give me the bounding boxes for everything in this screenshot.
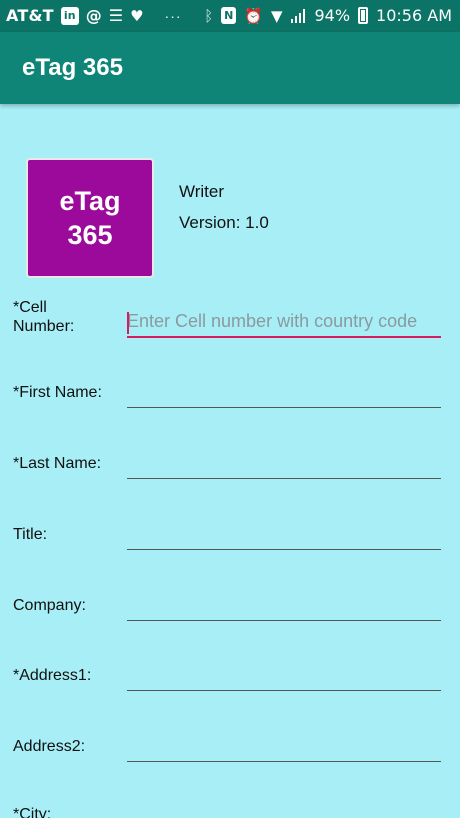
first-name-row: *First Name: [0,374,460,434]
at-sign-icon: @ [85,6,102,25]
cell-number-input[interactable] [127,306,441,336]
address1-field [127,660,441,691]
app-name: Writer [179,182,225,201]
signal-icon [291,8,306,23]
city-row: *City: [0,796,460,818]
company-label: Company: [13,597,86,614]
first-name-input[interactable] [127,377,441,407]
last-name-label: *Last Name: [13,455,102,472]
title-input[interactable] [127,519,441,549]
last-name-field [127,448,441,479]
address1-underline [127,690,441,691]
cell-number-label-line-1: *Cell [13,299,47,316]
cell-number-row: *Cell Number: [0,296,460,356]
cell-number-label-line-2: Number: [13,318,75,335]
city-label: *City: [13,806,52,818]
text-cursor [127,312,129,334]
address2-underline [127,761,441,762]
status-bar-left: AT&T in @ ☰ ♥ ··· [6,6,182,25]
address2-field [127,731,441,762]
address1-input[interactable] [127,660,441,690]
address2-label: Address2: [13,738,86,755]
company-underline [127,620,441,621]
address2-input[interactable] [127,731,441,761]
clock: 10:56 AM [376,6,452,25]
news-icon: ☰ [108,6,124,25]
company-input[interactable] [127,590,441,620]
app-title: eTag 365 [22,54,123,81]
logo-line-1: eTag [59,186,121,216]
company-field [127,590,441,621]
logo-line-2: 365 [67,220,113,250]
address1-label: *Address1: [13,667,92,684]
nfc-icon: N [221,7,237,24]
battery-percent: 94% [314,6,351,25]
more-notifications-icon: ··· [164,7,182,24]
title-row: Title: [0,516,460,576]
app-logo: eTag 365 [26,158,154,278]
last-name-input[interactable] [127,448,441,478]
first-name-underline [127,407,441,408]
battery-icon [358,7,369,24]
first-name-label: *First Name: [13,384,102,401]
carrier-name: AT&T [6,6,54,25]
cell-number-field [127,306,441,338]
alarm-icon: ⏰ [244,6,263,25]
app-version: Version: 1.0 [179,213,269,232]
address2-row: Address2: [0,728,460,788]
iheart-icon: ♥ [130,6,144,25]
address1-row: *Address1: [0,657,460,717]
status-bar-right: ᛒ N ⏰ ▼ 94% 10:56 AM [204,6,452,25]
first-name-field [127,377,441,408]
app-bar: eTag 365 [0,32,460,104]
bluetooth-icon: ᛒ [204,6,214,25]
title-field [127,519,441,550]
company-row: Company: [0,587,460,647]
last-name-underline [127,478,441,479]
cell-number-underline [127,336,441,338]
title-label: Title: [13,526,48,543]
linkedin-icon: in [60,6,79,25]
status-bar: AT&T in @ ☰ ♥ ··· ᛒ N ⏰ ▼ 94% 10:56 AM [0,0,460,32]
title-underline [127,549,441,550]
cell-number-label: *Cell Number: [13,298,74,336]
wifi-icon: ▼ [270,6,283,25]
last-name-row: *Last Name: [0,445,460,505]
